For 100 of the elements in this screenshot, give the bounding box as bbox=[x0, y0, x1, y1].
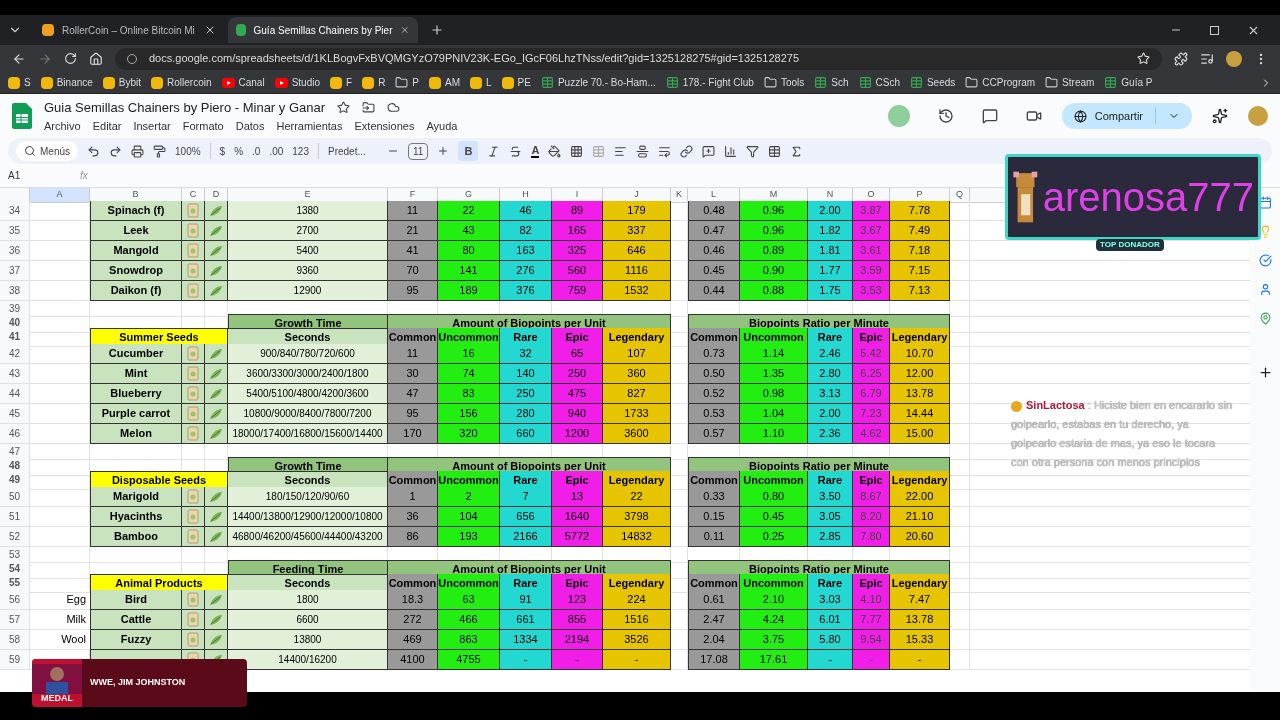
share-button[interactable]: Compartir bbox=[1061, 103, 1192, 129]
bookmark[interactable]: CSch bbox=[858, 75, 900, 90]
amount-cell: - bbox=[603, 650, 671, 670]
font-select[interactable]: Predet... bbox=[328, 143, 378, 159]
amount-cell: 95 bbox=[388, 281, 438, 301]
bookmark[interactable]: Seeds bbox=[909, 75, 956, 90]
seconds-cell: 12900 bbox=[228, 281, 388, 301]
name-box[interactable]: A1 bbox=[8, 168, 68, 183]
amount-cell: 104 bbox=[438, 507, 500, 527]
amount-cell: 16 bbox=[438, 344, 500, 364]
bookmark[interactable]: PE bbox=[501, 75, 531, 90]
ratio-cell: 0.45 bbox=[688, 261, 740, 281]
address-bar[interactable]: docs.google.com/spreadsheets/d/1KLBogvFxBVQMGYzO79PNIV23K-EGo_IGcF06LhzTNss/edit?gid=1325128275#gid=1325128275 bbox=[115, 47, 1162, 70]
column-letter[interactable]: Q bbox=[950, 188, 970, 203]
ratio-cell: 0.98 bbox=[740, 384, 808, 404]
menu-item[interactable]: Editar bbox=[92, 117, 122, 134]
zoom-select[interactable]: 100% bbox=[175, 143, 201, 159]
item-name: Spinach (f) bbox=[90, 201, 182, 221]
amount-cell: 1116 bbox=[603, 261, 671, 281]
amount-cell: 320 bbox=[438, 424, 500, 444]
row-number: 34 bbox=[0, 201, 30, 221]
bookmark[interactable]: Canal bbox=[221, 75, 265, 90]
bookmark[interactable]: S bbox=[8, 75, 31, 90]
amount-cell: 3798 bbox=[603, 507, 671, 527]
ratio-cell: 3.87 bbox=[853, 201, 890, 221]
item-name: Blueberry bbox=[90, 384, 182, 404]
ratio-cell: 7.49 bbox=[890, 221, 950, 241]
item-name: Marigold bbox=[90, 487, 182, 507]
amount-cell: 179 bbox=[603, 201, 671, 221]
number-format-button[interactable]: 123 bbox=[292, 143, 309, 159]
ratio-cell: 1.82 bbox=[808, 221, 853, 241]
item-name: Leek bbox=[90, 221, 182, 241]
amount-cell: 276 bbox=[500, 261, 552, 281]
menu-item[interactable]: Datos bbox=[235, 117, 265, 134]
amount-cell: 250 bbox=[552, 364, 603, 384]
bookmark[interactable]: Studio bbox=[274, 75, 320, 90]
bookmark[interactable]: P bbox=[395, 75, 420, 90]
browser-tab[interactable]: Guía Semillas Chainers by Pier bbox=[228, 17, 418, 43]
row-number: 58 bbox=[0, 630, 30, 650]
menu-item[interactable]: Insertar bbox=[133, 117, 171, 134]
ratio-cell: 1.35 bbox=[740, 364, 808, 384]
bookmark[interactable]: Sch bbox=[814, 75, 849, 90]
ratio-cell: 7.47 bbox=[890, 590, 950, 610]
font-size-field[interactable]: 11 bbox=[408, 142, 429, 160]
bookmark[interactable]: Puzzle 70.- Bo-Ham... bbox=[540, 75, 656, 90]
percent-button[interactable]: % bbox=[234, 143, 244, 159]
amount-cell: 1200 bbox=[552, 424, 603, 444]
amount-cell: 91 bbox=[500, 590, 552, 610]
menus-search[interactable]: Menús bbox=[16, 141, 78, 161]
ratio-cell: 5.42 bbox=[853, 344, 890, 364]
bookmark[interactable]: AM bbox=[429, 75, 461, 90]
column-letter[interactable]: A bbox=[30, 188, 90, 203]
ratio-cell: 15.00 bbox=[890, 424, 950, 444]
amount-cell: 2166 bbox=[500, 527, 552, 547]
menu-item[interactable]: Formato bbox=[182, 117, 224, 134]
increase-decimals-button[interactable]: .00 bbox=[269, 143, 284, 159]
bookmark[interactable]: CCProgram bbox=[965, 75, 1036, 90]
bookmark[interactable]: F bbox=[330, 75, 353, 90]
ratio-cell: - bbox=[853, 650, 890, 670]
decrease-decimals-button[interactable]: .0 bbox=[252, 143, 261, 159]
document-title[interactable]: Guia Semillas Chainers by Piero - Minar y Ganar bbox=[44, 98, 326, 118]
bookmark[interactable]: Guía P bbox=[1104, 75, 1153, 90]
amount-cell: 13 bbox=[552, 487, 603, 507]
seconds-cell: 18000/17400/16800/15600/14400 bbox=[228, 424, 388, 444]
menu-item[interactable]: Extensiones bbox=[354, 117, 415, 134]
bookmark[interactable]: Binance bbox=[40, 75, 93, 90]
amount-cell: 661 bbox=[500, 610, 552, 630]
bookmark[interactable]: Tools bbox=[763, 75, 805, 90]
ratio-cell: 3.67 bbox=[853, 221, 890, 241]
amount-cell: 4755 bbox=[438, 650, 500, 670]
bookmark[interactable]: R bbox=[362, 75, 386, 90]
browser-tab[interactable]: RollerCoin – Online Bitcoin Mi bbox=[34, 17, 224, 43]
ratio-cell: 8.20 bbox=[853, 507, 890, 527]
ratio-cell: 2.46 bbox=[808, 344, 853, 364]
amount-cell: 11 bbox=[388, 344, 438, 364]
menu-item[interactable]: Herramientas bbox=[276, 117, 343, 134]
amount-cell: 22 bbox=[603, 487, 671, 507]
menu-item[interactable]: Archivo bbox=[44, 117, 81, 134]
menu-item[interactable]: Ayuda bbox=[426, 117, 458, 134]
bookmark[interactable]: Rollercoin bbox=[151, 75, 212, 90]
currency-button[interactable]: $ bbox=[219, 143, 226, 159]
amount-cell: 863 bbox=[438, 630, 500, 650]
amount-cell: 63 bbox=[438, 590, 500, 610]
ratio-cell: 0.53 bbox=[688, 404, 740, 424]
bookmark[interactable]: 178.- Fight Club bbox=[665, 75, 754, 90]
ratio-cell: 2.00 bbox=[808, 201, 853, 221]
ratio-cell: 1.04 bbox=[740, 404, 808, 424]
bold-button[interactable]: B bbox=[458, 141, 479, 161]
ratio-cell: 0.44 bbox=[688, 281, 740, 301]
item-name: Fuzzy bbox=[90, 630, 182, 650]
ratio-cell: 13.78 bbox=[890, 610, 950, 630]
ratio-cell: 4.10 bbox=[853, 590, 890, 610]
ratio-cell: 2.10 bbox=[740, 590, 808, 610]
ratio-cell: 1.81 bbox=[808, 241, 853, 261]
bookmark[interactable]: Stream bbox=[1045, 75, 1095, 90]
item-name: Cattle bbox=[90, 610, 182, 630]
bookmark[interactable]: L bbox=[470, 75, 492, 90]
amount-cell: 325 bbox=[552, 241, 603, 261]
bookmark[interactable]: Bybit bbox=[102, 75, 142, 90]
amount-cell: 123 bbox=[552, 590, 603, 610]
